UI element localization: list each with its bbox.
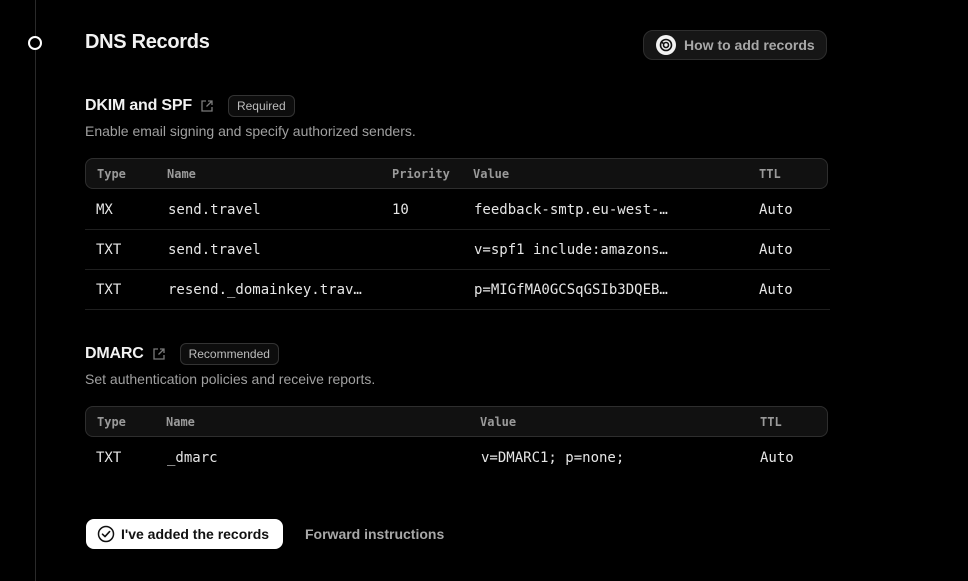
column-name: Name (167, 167, 196, 181)
added-records-label: I've added the records (121, 526, 270, 542)
record-ttl: Auto (759, 242, 793, 258)
column-type: Type (97, 167, 126, 181)
forward-instructions-link[interactable]: Forward instructions (305, 526, 444, 542)
timeline-line (35, 0, 36, 581)
column-ttl: TTL (759, 167, 781, 181)
record-value[interactable]: p=MIGfMA0GCSqGSIb3DQEB… (474, 282, 668, 298)
column-type: Type (97, 415, 126, 429)
how-to-add-records-label: How to add records (684, 37, 815, 53)
record-name[interactable]: send.travel (168, 202, 261, 218)
required-badge: Required (227, 95, 295, 117)
column-value: Value (473, 167, 510, 181)
record-value[interactable]: v=DMARC1; p=none; (481, 450, 624, 466)
external-link-icon[interactable] (152, 347, 166, 361)
how-to-add-records-button[interactable]: How to add records (643, 30, 827, 60)
column-value: Value (480, 415, 517, 429)
record-name[interactable]: resend._domainkey.trav… (168, 282, 362, 298)
record-type: TXT (96, 450, 122, 466)
record-name[interactable]: _dmarc (167, 450, 218, 466)
dmarc-header: DMARC Recommended (85, 343, 279, 365)
dkim-spf-title: DKIM and SPF (85, 97, 192, 114)
column-name: Name (166, 415, 195, 429)
record-value[interactable]: v=spf1 include:amazons… (474, 242, 668, 258)
record-ttl: Auto (759, 282, 793, 298)
record-priority: 10 (392, 202, 409, 218)
record-type: MX (96, 202, 113, 218)
added-records-button[interactable]: I've added the records (86, 519, 283, 549)
dmarc-description: Set authentication policies and receive … (85, 371, 376, 387)
column-priority: Priority (392, 167, 450, 181)
dkim-spf-header: DKIM and SPF Required (85, 95, 295, 117)
guide-icon (656, 35, 676, 55)
page-title: DNS Records (85, 31, 210, 53)
table-row: TXT _dmarc v=DMARC1; p=none; Auto (85, 438, 830, 478)
timeline-step-icon (28, 36, 42, 50)
record-ttl: Auto (760, 450, 794, 466)
dkim-spf-description: Enable email signing and specify authori… (85, 123, 416, 139)
record-name[interactable]: send.travel (168, 242, 261, 258)
dmarc-title: DMARC (85, 345, 144, 362)
table-row: TXT resend._domainkey.trav… p=MIGfMA0GCS… (85, 270, 830, 310)
column-ttl: TTL (760, 415, 782, 429)
check-circle-icon (97, 525, 115, 543)
record-value[interactable]: feedback-smtp.eu-west-… (474, 202, 668, 218)
recommended-badge: Recommended (179, 343, 279, 365)
table-row: TXT send.travel v=spf1 include:amazons… … (85, 230, 830, 270)
record-type: TXT (96, 282, 122, 298)
external-link-icon[interactable] (200, 99, 214, 113)
table-row: MX send.travel 10 feedback-smtp.eu-west-… (85, 190, 830, 230)
record-ttl: Auto (759, 202, 793, 218)
dkim-spf-table-header: Type Name Priority Value TTL (85, 158, 828, 189)
dmarc-table-header: Type Name Value TTL (85, 406, 828, 437)
record-type: TXT (96, 242, 122, 258)
